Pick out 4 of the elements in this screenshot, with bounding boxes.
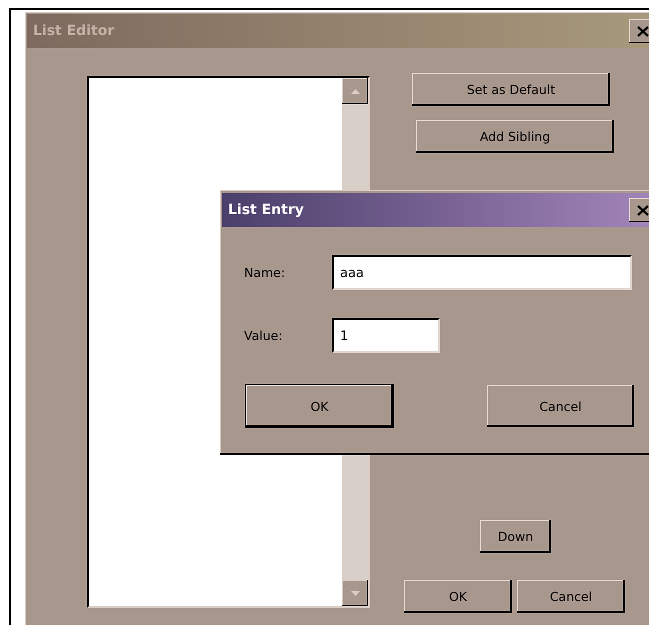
field-label: Value: [244,328,284,343]
dialog-title: List Entry [228,202,305,218]
window-title: List Editor [33,23,116,39]
field-label: Name: [244,265,286,280]
